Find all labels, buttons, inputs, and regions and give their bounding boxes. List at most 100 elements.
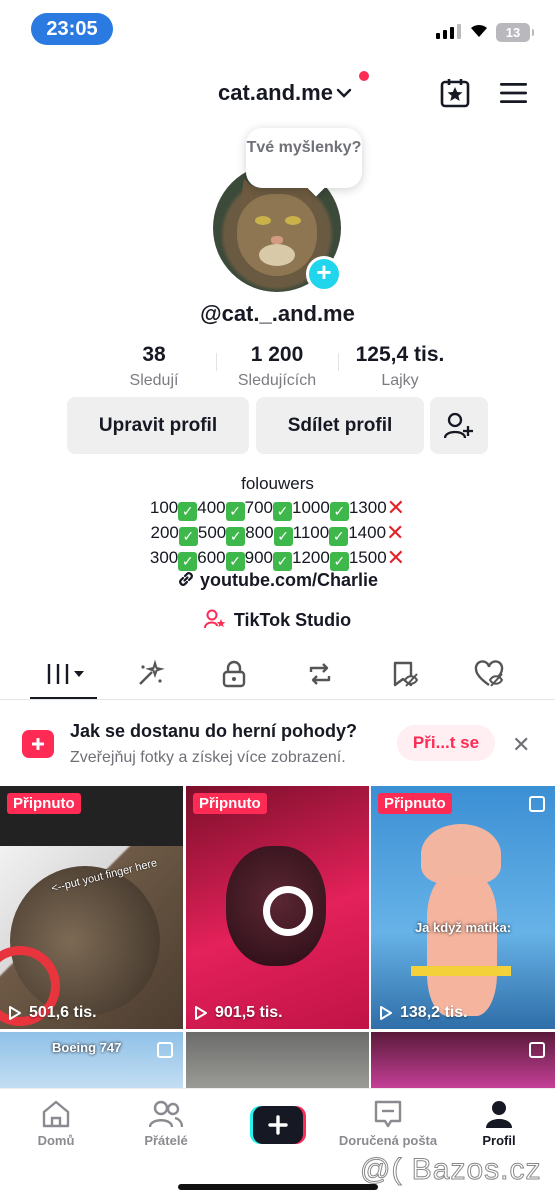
- home-icon: [42, 1100, 70, 1128]
- camera-plus-icon: [22, 730, 54, 758]
- tab-sparkle[interactable]: [130, 658, 170, 690]
- home-indicator: [178, 1184, 378, 1190]
- check-icon: ✓: [329, 527, 349, 546]
- tab-liked[interactable]: [470, 658, 510, 690]
- promo-join-button[interactable]: Při...t se: [397, 725, 495, 761]
- username: @cat._.and.me: [200, 301, 355, 326]
- profile-icon: [486, 1101, 512, 1128]
- inbox-icon: [374, 1100, 402, 1128]
- view-count: 501,6 tis.: [8, 1004, 97, 1022]
- photo-carousel-icon: [157, 1042, 173, 1058]
- check-icon: ✓: [178, 552, 198, 571]
- stat-label: Sledujících: [237, 372, 317, 389]
- watermark: @( Bazos.cz: [360, 1153, 542, 1187]
- video-caption: Boeing 747: [52, 1040, 122, 1055]
- stat-following[interactable]: 38 Sledují: [104, 343, 204, 390]
- stat-likes[interactable]: 125,4 tis. Lajky: [344, 343, 456, 390]
- nav-inbox[interactable]: Doručená pošta: [328, 1099, 448, 1148]
- view-count: 901,5 tis.: [194, 1004, 283, 1022]
- bio-line: 100 ✓ 400 ✓ 700 ✓ 1000 ✓ 1300✕: [149, 495, 406, 521]
- create-button[interactable]: [250, 1106, 306, 1144]
- bookmark-hidden-icon: [393, 661, 419, 687]
- nav-friends[interactable]: Přátelé: [116, 1099, 216, 1148]
- bio-line: 300 ✓ 600 ✓ 900 ✓ 1200 ✓ 1500✕: [149, 545, 406, 571]
- active-tab-indicator: [30, 697, 97, 699]
- check-icon: ✓: [329, 552, 349, 571]
- video-tile[interactable]: <--put yout finger here Připnuto 501,6 t…: [0, 786, 183, 1029]
- repost-icon: [309, 663, 331, 685]
- add-friend-button[interactable]: [430, 397, 488, 454]
- cross-icon: ✕: [386, 495, 406, 520]
- account-name: cat.and.me: [218, 80, 333, 105]
- video-tile[interactable]: Připnuto 901,5 tis.: [186, 786, 369, 1029]
- play-icon: [380, 1006, 392, 1020]
- check-icon: ✓: [178, 502, 198, 521]
- tab-favorites[interactable]: [385, 658, 425, 690]
- photo-carousel-icon: [529, 1042, 545, 1058]
- play-icon: [9, 1006, 21, 1020]
- share-profile-button[interactable]: Sdílet profil: [256, 397, 424, 454]
- cross-icon: ✕: [386, 520, 405, 545]
- edit-profile-button[interactable]: Upravit profil: [67, 397, 249, 454]
- tab-videos[interactable]: [40, 658, 90, 690]
- tiktok-studio-link[interactable]: TikTok Studio: [0, 609, 555, 631]
- stat-followers[interactable]: 1 200 Sledujících: [222, 343, 332, 390]
- notification-dot: [359, 71, 369, 81]
- status-time: 23:05: [31, 13, 113, 45]
- link-icon: [179, 572, 193, 586]
- calendar-star-icon[interactable]: [440, 78, 470, 108]
- play-icon: [195, 1006, 207, 1020]
- promo-title: Jak se dostanu do herní pohody?: [70, 721, 358, 741]
- studio-label: TikTok Studio: [233, 610, 352, 630]
- pinned-badge: Připnuto: [7, 793, 81, 814]
- grid-icon: [47, 664, 84, 684]
- check-icon: ✓: [329, 502, 349, 521]
- video-tile[interactable]: Ja když matika: Připnuto 138,2 tis.: [371, 786, 555, 1029]
- add-user-icon: [444, 412, 473, 438]
- chevron-down-icon: [336, 88, 352, 98]
- check-icon: ✓: [273, 502, 293, 521]
- pinned-badge: Připnuto: [193, 793, 267, 814]
- bio-title: folouwers: [241, 474, 314, 493]
- battery-icon: 13: [496, 23, 534, 42]
- friends-icon: [149, 1100, 183, 1128]
- stat-value: 1 200: [250, 343, 304, 366]
- studio-icon: [203, 609, 226, 629]
- sparkle-wand-icon: [139, 659, 165, 685]
- check-icon: ✓: [225, 552, 245, 571]
- nav-profile[interactable]: Profil: [449, 1099, 549, 1148]
- tab-private[interactable]: [214, 658, 254, 690]
- hamburger-menu-icon[interactable]: [500, 82, 527, 104]
- video-tile[interactable]: Boeing 747: [0, 1032, 183, 1090]
- divider: [216, 353, 217, 371]
- check-icon: ✓: [273, 552, 293, 571]
- video-tile[interactable]: [371, 1032, 555, 1090]
- bio-line: 200 ✓ 500 ✓ 800 ✓ 1100 ✓ 1400✕: [150, 520, 405, 546]
- close-icon[interactable]: ✕: [512, 732, 530, 758]
- heart-hidden-icon: [474, 660, 504, 687]
- check-icon: ✓: [225, 502, 245, 521]
- promo-banner: Jak se dostanu do herní pohody? Zveřejňu…: [0, 712, 555, 774]
- profile-link[interactable]: youtube.com/Charlie: [0, 570, 555, 591]
- promo-subtitle: Zveřejňuj fotky a získej více zobrazení.: [70, 749, 346, 766]
- view-count: 138,2 tis.: [379, 1004, 468, 1022]
- video-tile[interactable]: [186, 1032, 369, 1090]
- tab-reposts[interactable]: [300, 658, 340, 690]
- pinned-badge: Připnuto: [378, 793, 452, 814]
- bio: folouwers 100 ✓ 400 ✓ 700 ✓ 1000 ✓ 1300✕ 200 ✓ 500…: [0, 472, 555, 571]
- link-text: youtube.com/Charlie: [199, 570, 379, 590]
- photo-carousel-icon: [529, 796, 545, 812]
- thoughts-bubble[interactable]: Tvé myšlenky?: [246, 128, 362, 188]
- add-story-button[interactable]: +: [306, 256, 342, 292]
- stat-value: 125,4 tis.: [355, 343, 445, 366]
- stat-label: Lajky: [381, 372, 419, 389]
- divider: [338, 353, 339, 371]
- check-icon: ✓: [178, 527, 198, 546]
- account-switcher[interactable]: cat.and.me: [218, 80, 352, 106]
- nav-home[interactable]: Domů: [6, 1099, 106, 1148]
- stat-value: 38: [142, 343, 166, 366]
- signal-icon: [436, 24, 461, 39]
- wifi-icon: [471, 24, 487, 37]
- profile-tabs: [0, 650, 555, 700]
- lock-icon: [222, 660, 246, 688]
